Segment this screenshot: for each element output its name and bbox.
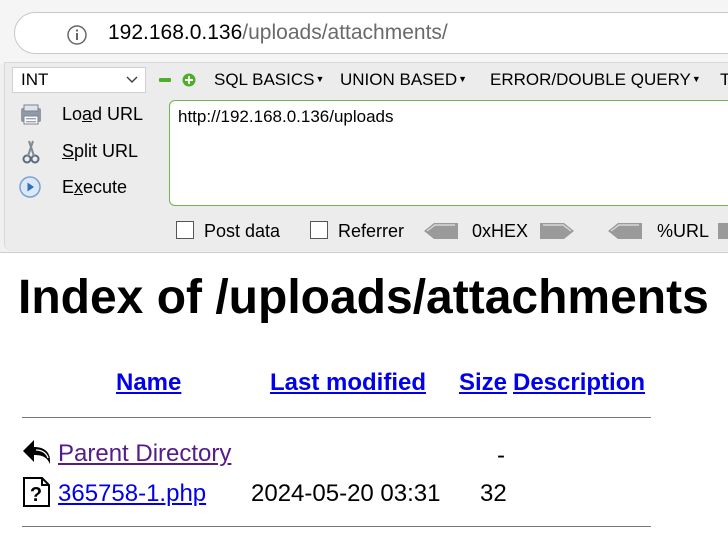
hex-encode-arrow-icon[interactable] (540, 222, 574, 240)
load-url-label: Load URL (62, 104, 144, 124)
menu-error-double-query[interactable]: ERROR/DOUBLE QUERY▼ (490, 70, 701, 90)
url-encode-label: %URL (657, 221, 710, 241)
menu-union-based[interactable]: UNION BASED▼ (340, 70, 467, 90)
column-header-last-modified[interactable]: Last modified (270, 369, 426, 397)
parent-directory-size: - (497, 442, 505, 469)
chevron-down-icon (126, 76, 138, 84)
url-encode-arrow-icon[interactable] (718, 222, 728, 240)
page-title: Index of /uploads/attachments (18, 271, 709, 324)
type-select[interactable]: INT (12, 67, 146, 93)
url-text[interactable]: 192.168.0.136/uploads/attachments/ (108, 21, 448, 45)
post-data-label: Post data (204, 221, 281, 241)
url-decode-arrow-icon[interactable] (608, 222, 642, 240)
hex-decode-arrow-icon[interactable] (424, 222, 458, 240)
hex-label: 0xHEX (472, 221, 529, 241)
unknown-file-icon: ? (23, 477, 50, 507)
post-data-checkbox[interactable] (176, 221, 194, 239)
menu-truncated[interactable]: T (720, 70, 728, 90)
info-icon[interactable] (66, 24, 88, 46)
url-host: 192.168.0.136 (108, 21, 243, 44)
load-url-button[interactable]: Load URL (18, 102, 158, 128)
execute-button[interactable]: Execute (18, 175, 158, 201)
minus-icon[interactable] (158, 73, 172, 87)
browser-viewport: 192.168.0.136/uploads/attachments/ INT S… (0, 0, 728, 537)
svg-text:?: ? (30, 484, 42, 506)
referrer-label: Referrer (338, 221, 405, 241)
column-header-name[interactable]: Name (116, 369, 181, 397)
file-last-modified: 2024-05-20 03:31 (251, 480, 441, 507)
split-url-label: Split URL (62, 141, 139, 161)
back-folder-icon (23, 440, 50, 464)
play-icon (19, 176, 41, 198)
scissors-icon (22, 140, 40, 164)
header-divider (22, 417, 651, 418)
file-size: 32 (480, 480, 507, 507)
column-header-description[interactable]: Description (513, 369, 645, 397)
parent-directory-link[interactable]: Parent Directory (58, 440, 231, 468)
split-url-button[interactable]: Split URL (18, 139, 158, 165)
column-header-size[interactable]: Size (459, 369, 507, 397)
plus-icon[interactable] (182, 73, 196, 87)
address-bar: 192.168.0.136/uploads/attachments/ (0, 0, 728, 64)
url-path: /uploads/attachments/ (242, 21, 448, 44)
type-select-value: INT (21, 70, 49, 89)
load-url-icon (21, 104, 41, 125)
menu-sql-basics[interactable]: SQL BASICS▼ (214, 70, 324, 90)
query-textarea[interactable]: http://192.168.0.136/uploads (169, 100, 728, 206)
browser-chrome: 192.168.0.136/uploads/attachments/ INT S… (0, 0, 728, 253)
file-link[interactable]: 365758-1.php (58, 480, 206, 508)
referrer-checkbox[interactable] (310, 221, 328, 239)
execute-label: Execute (62, 177, 128, 197)
footer-divider (22, 526, 651, 527)
